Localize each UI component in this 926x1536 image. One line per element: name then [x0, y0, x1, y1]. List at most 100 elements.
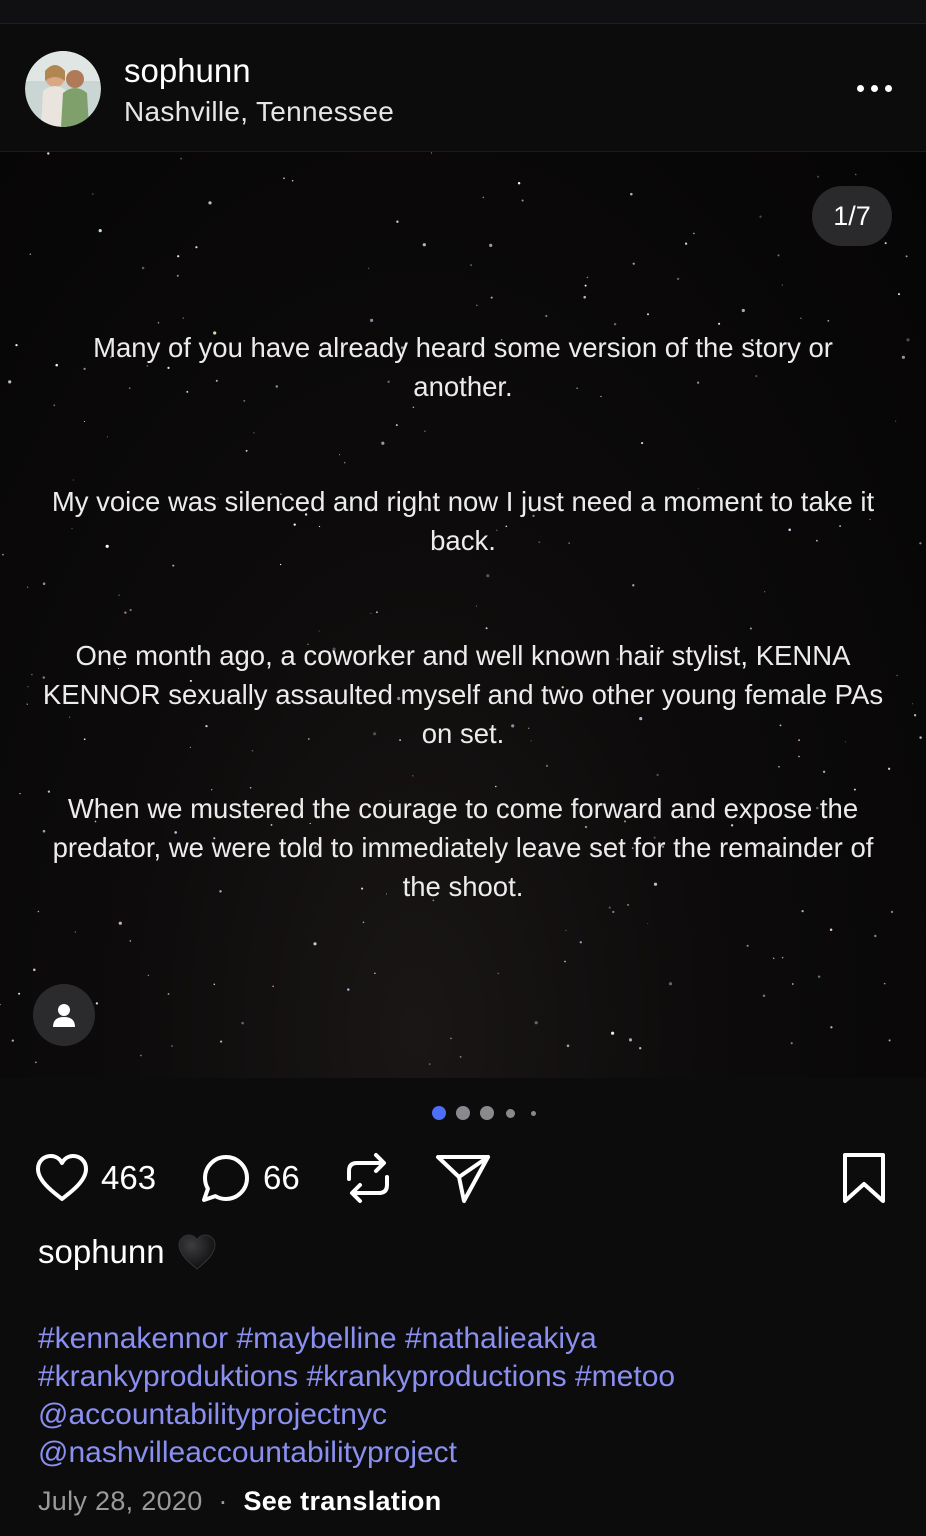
star-dot [176, 274, 179, 277]
star-dot [485, 627, 488, 630]
like-button[interactable]: 463 [33, 1148, 156, 1208]
star-dot [898, 293, 900, 296]
status-bar-strip [0, 0, 926, 24]
mention-link[interactable]: @nashvilleaccountabilityproject [38, 1436, 457, 1469]
post-footer: July 28, 2020 · See translation [38, 1486, 442, 1517]
star-dot [362, 921, 365, 924]
star-dot [167, 993, 170, 995]
star-dot [411, 774, 414, 777]
star-dot [37, 910, 40, 913]
hashtag-link[interactable]: #krankyproduktions [38, 1360, 298, 1393]
slide-paragraph-3: One month ago, a coworker and well known… [42, 640, 884, 749]
tagged-people-button[interactable] [33, 984, 95, 1046]
star-dot [905, 255, 908, 258]
hashtag-link[interactable]: #krankyproductions [307, 1360, 567, 1393]
star-dot [781, 956, 784, 959]
star-dot [565, 929, 567, 931]
star-dot [428, 1063, 431, 1066]
slide-paragraph-2: My voice was silenced and right now I ju… [51, 486, 875, 556]
star-dot [374, 972, 376, 975]
comment-button[interactable]: 66 [199, 1148, 300, 1208]
slide-paragraph-4: When we mustered the courage to come for… [52, 793, 874, 902]
slide-counter-badge: 1/7 [812, 186, 892, 246]
more-dot-icon [884, 84, 892, 92]
hashtag-link[interactable]: #nathalieakiya [405, 1322, 597, 1355]
star-dot [608, 906, 611, 909]
star-dot [684, 242, 688, 245]
carousel-dot [506, 1109, 515, 1118]
star-dot [874, 934, 877, 938]
star-dot [395, 424, 398, 427]
star-dot [647, 313, 649, 316]
star-dot [147, 974, 150, 977]
carousel-dot [456, 1106, 470, 1120]
star-dot [245, 449, 248, 452]
star-dot [180, 157, 183, 160]
star-dot [2, 553, 4, 556]
repost-icon [347, 1153, 389, 1203]
star-dot [157, 321, 160, 324]
star-dot [95, 1002, 99, 1005]
star-dot [241, 1021, 244, 1025]
star-dot [375, 611, 378, 614]
post-action-bar: 463 66 [0, 1148, 926, 1208]
star-dot [781, 284, 783, 286]
post-username[interactable]: sophunn [124, 52, 251, 90]
star-dot [272, 985, 274, 987]
send-icon [436, 1155, 490, 1203]
star-dot [475, 605, 478, 607]
star-dot [343, 461, 346, 464]
star-dot [459, 1056, 462, 1058]
save-button[interactable] [840, 1148, 888, 1208]
post-media-slide[interactable]: 1/7 Many of you have already heard some … [0, 152, 926, 1078]
more-options-button[interactable] [848, 76, 900, 100]
see-translation-link[interactable]: See translation [243, 1486, 441, 1516]
star-dot [338, 454, 341, 456]
star-dot [172, 564, 175, 567]
comment-count: 66 [263, 1159, 300, 1196]
star-dot [822, 770, 826, 773]
star-dot [370, 612, 372, 614]
star-dot [26, 586, 29, 588]
star-dot [890, 910, 894, 914]
star-dot [764, 591, 766, 593]
star-dot [906, 338, 910, 342]
star-dot [35, 1061, 37, 1064]
star-dot [490, 296, 493, 299]
share-button[interactable] [434, 1148, 492, 1208]
post-location[interactable]: Nashville, Tennessee [124, 96, 394, 128]
star-dot [381, 441, 385, 445]
star-dot [919, 736, 922, 739]
star-dot [772, 957, 775, 960]
mention-link[interactable]: @accountabilityprojectnyc [38, 1398, 387, 1431]
repost-button[interactable] [341, 1148, 395, 1208]
star-dot [656, 773, 659, 777]
caption-username[interactable]: sophunn [38, 1233, 165, 1271]
profile-avatar[interactable] [25, 51, 101, 127]
hashtag-link[interactable]: #maybelline [237, 1322, 397, 1355]
star-dot [98, 229, 102, 233]
star-dot [283, 177, 285, 180]
star-dot [883, 982, 886, 985]
star-dot [534, 1021, 538, 1025]
star-dot [42, 582, 46, 585]
star-dot [129, 940, 132, 942]
star-dot [92, 193, 94, 195]
star-dot [27, 686, 29, 688]
star-dot [800, 317, 802, 319]
star-dot [8, 380, 12, 384]
hashtag-link[interactable]: #kennakennor [38, 1322, 228, 1355]
star-dot [896, 674, 898, 677]
star-dot [668, 982, 673, 986]
star-dot [124, 611, 127, 614]
star-dot [495, 785, 497, 788]
star-dot [370, 318, 374, 322]
star-dot [901, 355, 906, 359]
like-count: 463 [101, 1159, 157, 1196]
star-dot [171, 1045, 173, 1047]
star-dot [396, 220, 399, 223]
star-dot [253, 432, 255, 434]
star-dot [129, 609, 132, 612]
star-dot [83, 420, 85, 423]
hashtag-link[interactable]: #metoo [575, 1360, 675, 1393]
